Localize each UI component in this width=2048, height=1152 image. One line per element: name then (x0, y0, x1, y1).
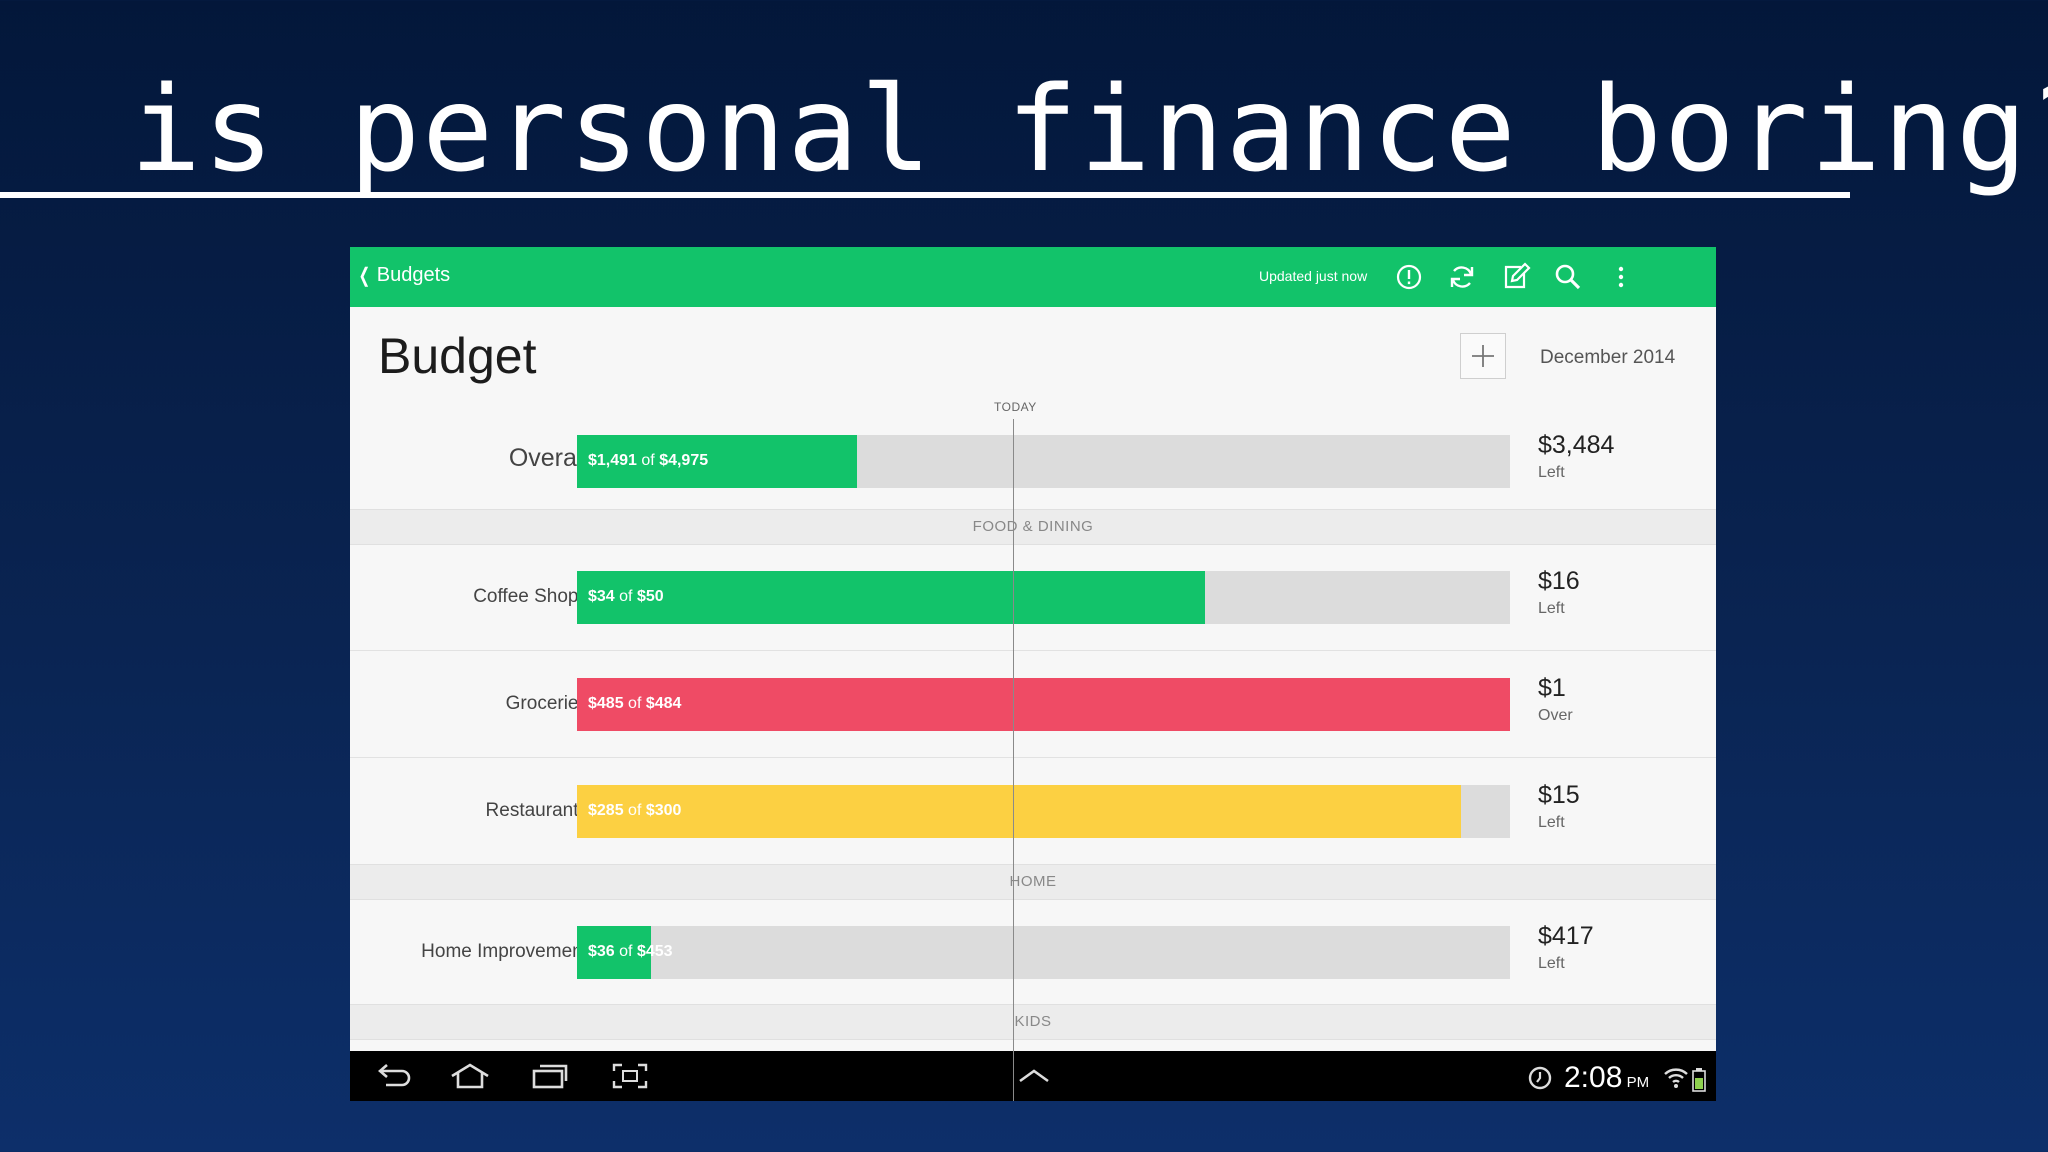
budget-status: Left (1538, 814, 1565, 831)
budget-progress-fill (577, 678, 1510, 731)
budget-progress-bar: $285 of $300 (577, 785, 1510, 838)
overall-status: Left (1538, 464, 1565, 481)
budget-label: Restaurants (485, 800, 588, 821)
budget-progress-bar: $36 of $453 (577, 926, 1510, 979)
sync-status: Updated just now (1259, 268, 1368, 284)
budget-status: Left (1538, 600, 1565, 617)
screenshot-icon[interactable] (610, 1061, 650, 1091)
budget-status: Over (1538, 707, 1573, 724)
budget-row-home-improvement[interactable]: Home Improvement $36 of $453 $417 Left (350, 899, 1716, 1005)
today-marker-line (1013, 419, 1014, 1101)
back-label: Budgets (376, 264, 451, 286)
overall-remaining: $3,484 (1538, 431, 1615, 459)
system-clock: 2:08 PM (1564, 1061, 1650, 1094)
refresh-icon[interactable] (1446, 261, 1478, 293)
home-icon[interactable] (448, 1061, 492, 1091)
wifi-icon (1663, 1063, 1689, 1093)
today-marker-label: TODAY (994, 400, 1037, 414)
budget-remaining: $417 (1538, 922, 1594, 950)
overall-progress-text: $1,491 of $4,975 (588, 452, 709, 469)
slide-title: is personal finance boring? (130, 60, 2048, 198)
edit-icon[interactable] (1499, 261, 1531, 293)
search-icon[interactable] (1552, 261, 1584, 293)
section-header-food-dining: FOOD & DINING (350, 509, 1716, 545)
recent-apps-icon[interactable] (530, 1061, 570, 1091)
overall-progress-bar: $1,491 of $4,975 (577, 435, 1510, 488)
back-to-budgets-button[interactable]: ❮ Budgets (356, 263, 451, 288)
title-underline (0, 192, 1850, 198)
page-title: Budget (378, 328, 537, 384)
budget-progress-bar: $485 of $484 (577, 678, 1510, 731)
budget-label: Groceries (505, 693, 588, 714)
more-icon[interactable] (1605, 261, 1637, 293)
budget-remaining: $16 (1538, 567, 1580, 595)
budget-progress-text: $285 of $300 (588, 802, 682, 819)
section-header-home: HOME (350, 864, 1716, 900)
alert-icon[interactable] (1393, 261, 1425, 293)
budget-progress-text: $34 of $50 (588, 588, 664, 605)
app-bar: ❮ Budgets Updated just now (350, 247, 1716, 307)
budget-row-restaurants[interactable]: Restaurants $285 of $300 $15 Left (350, 758, 1716, 864)
chevron-up-icon[interactable] (1014, 1061, 1054, 1091)
back-icon[interactable] (374, 1061, 414, 1091)
budget-progress-text: $36 of $453 (588, 943, 673, 960)
app-screen: ❮ Budgets Updated just now Budget Decemb… (350, 247, 1716, 1101)
plus-icon (1472, 345, 1494, 367)
budget-remaining: $15 (1538, 781, 1580, 809)
budget-label: Coffee Shops (473, 586, 588, 607)
overall-row[interactable]: Overall $1,491 of $4,975 $3,484 Left (350, 419, 1716, 503)
budget-progress-text: $485 of $484 (588, 695, 682, 712)
system-navigation-bar: 2:08 PM (350, 1051, 1716, 1101)
chevron-left-icon: ❮ (358, 265, 371, 287)
budget-remaining: $1 (1538, 674, 1566, 702)
budget-status: Left (1538, 955, 1565, 972)
section-header-kids: KIDS (350, 1004, 1716, 1040)
budget-label: Home Improvement (421, 941, 588, 962)
budget-progress-fill (577, 785, 1461, 838)
budget-progress-fill (577, 571, 1205, 624)
budget-row-groceries[interactable]: Groceries $485 of $484 $1 Over (350, 651, 1716, 757)
add-budget-button[interactable] (1460, 333, 1506, 379)
month-selector[interactable]: December 2014 (1540, 347, 1675, 369)
budget-progress-bar: $34 of $50 (577, 571, 1510, 624)
budget-row-coffee-shops[interactable]: Coffee Shops $34 of $50 $16 Left (350, 544, 1716, 650)
battery-icon (1692, 1065, 1706, 1095)
alarm-icon (1526, 1063, 1554, 1093)
